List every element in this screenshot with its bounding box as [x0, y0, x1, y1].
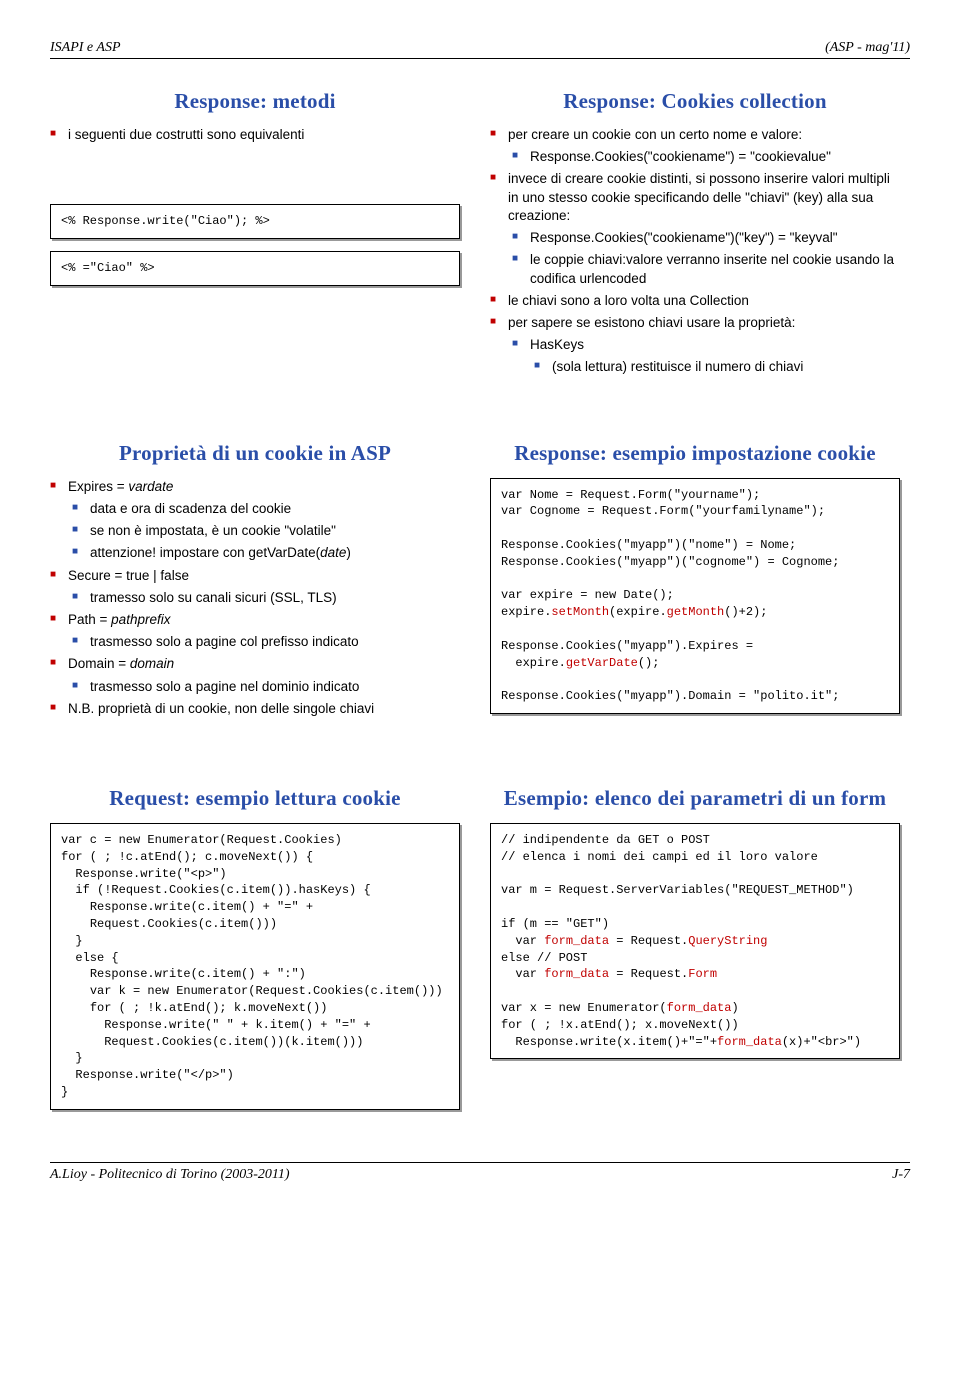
highlight: getVarDate [566, 656, 638, 670]
highlight: QueryString [688, 934, 767, 948]
highlight: form_data [717, 1035, 782, 1049]
bullet-text: attenzione! impostare con getVarDate(dat… [90, 545, 351, 560]
slide-proprieta-cookie: Proprietà di un cookie in ASP Expires = … [50, 441, 460, 726]
slide-body: i seguenti due costrutti sono equivalent… [50, 126, 460, 144]
code-box: var c = new Enumerator(Request.Cookies) … [50, 823, 460, 1110]
bullet-text: le coppie chiavi:valore verranno inserit… [530, 252, 894, 285]
sub-bullet: trasmesso solo a pagine col prefisso ind… [72, 633, 460, 651]
sub-bullet: Response.Cookies("cookiename") = "cookie… [512, 148, 900, 166]
sub-sub-bullet: (sola lettura) restituisce il numero di … [534, 358, 900, 376]
slide-title: Response: Cookies collection [490, 89, 900, 114]
sub-bullet: data e ora di scadenza del cookie [72, 500, 460, 518]
bullet-text: Path = pathprefix [68, 612, 170, 627]
slide-title: Proprietà di un cookie in ASP [50, 441, 460, 466]
slide-response-esempio-impostazione: Response: esempio impostazione cookie va… [490, 441, 900, 726]
footer-left: A.Lioy - Politecnico di Torino (2003-201… [50, 1167, 290, 1183]
bullet: Domain = domain trasmesso solo a pagine … [50, 655, 460, 695]
highlight: getMonth [667, 605, 725, 619]
bullet-text: Response.Cookies("cookiename")("key") = … [530, 230, 838, 245]
sub-bullet: Response.Cookies("cookiename")("key") = … [512, 229, 900, 247]
sub-bullet: attenzione! impostare con getVarDate(dat… [72, 544, 460, 562]
code-box: <% ="Ciao" %> [50, 251, 460, 286]
footer-right: J-7 [892, 1167, 910, 1183]
slide-body: Expires = vardate data e ora di scadenza… [50, 478, 460, 718]
sub-bullet: tramesso solo su canali sicuri (SSL, TLS… [72, 589, 460, 607]
bullet: Secure = true | false tramesso solo su c… [50, 567, 460, 607]
bullet-text: le chiavi sono a loro volta una Collecti… [508, 293, 749, 308]
page-header: ISAPI e ASP (ASP - mag'11) [50, 40, 910, 59]
bullet: Path = pathprefix trasmesso solo a pagin… [50, 611, 460, 651]
sub-bullet: HasKeys (sola lettura) restituisce il nu… [512, 336, 900, 376]
bullet-text: Domain = domain [68, 656, 174, 671]
slide-title: Response: metodi [50, 89, 460, 114]
slide-title: Response: esempio impostazione cookie [490, 441, 900, 466]
bullet-text: invece di creare cookie distinti, si pos… [508, 171, 890, 222]
code-box: // indipendente da GET o POST // elenca … [490, 823, 900, 1059]
header-left: ISAPI e ASP [50, 40, 121, 56]
bullet: per creare un cookie con un certo nome e… [490, 126, 900, 166]
bullet-text: (sola lettura) restituisce il numero di … [552, 359, 803, 374]
bullet-text: Response.Cookies("cookiename") = "cookie… [530, 149, 831, 164]
highlight: Form [688, 967, 717, 981]
bullet-text: Secure = true | false [68, 568, 189, 583]
sub-bullet: trasmesso solo a pagine nel dominio indi… [72, 678, 460, 696]
bullet-text: Expires = vardate [68, 479, 173, 494]
highlight: form_data [544, 934, 609, 948]
slide-response-cookies-collection: Response: Cookies collection per creare … [490, 89, 900, 381]
sub-bullet: le coppie chiavi:valore verranno inserit… [512, 251, 900, 287]
bullet-text: per sapere se esistono chiavi usare la p… [508, 315, 795, 330]
bullet-text: per creare un cookie con un certo nome e… [508, 127, 802, 142]
highlight: form_data [667, 1001, 732, 1015]
slide-title: Esempio: elenco dei parametri di un form [490, 786, 900, 811]
bullet: i seguenti due costrutti sono equivalent… [50, 126, 460, 144]
slide-esempio-elenco-parametri: Esempio: elenco dei parametri di un form… [490, 786, 900, 1122]
slide-request-esempio-lettura: Request: esempio lettura cookie var c = … [50, 786, 460, 1122]
slide-title: Request: esempio lettura cookie [50, 786, 460, 811]
bullet-text: HasKeys [530, 337, 584, 352]
code-box: var Nome = Request.Form("yourname"); var… [490, 478, 900, 714]
bullet: per sapere se esistono chiavi usare la p… [490, 314, 900, 377]
code-box: <% Response.write("Ciao"); %> [50, 204, 460, 239]
header-right: (ASP - mag'11) [825, 40, 910, 56]
slide-response-metodi: Response: metodi i seguenti due costrutt… [50, 89, 460, 381]
bullet: N.B. proprietà di un cookie, non delle s… [50, 700, 460, 718]
bullet: Expires = vardate data e ora di scadenza… [50, 478, 460, 563]
bullet: invece di creare cookie distinti, si pos… [490, 170, 900, 287]
highlight: setMonth [551, 605, 609, 619]
highlight: form_data [544, 967, 609, 981]
bullet: le chiavi sono a loro volta una Collecti… [490, 292, 900, 310]
sub-bullet: se non è impostata, è un cookie "volatil… [72, 522, 460, 540]
slide-body: per creare un cookie con un certo nome e… [490, 126, 900, 377]
page-footer: A.Lioy - Politecnico di Torino (2003-201… [50, 1162, 910, 1183]
